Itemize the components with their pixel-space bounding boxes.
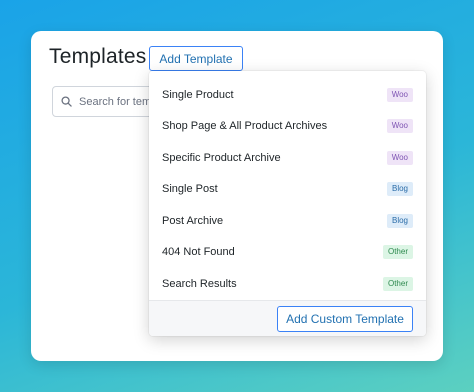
dropdown-footer: Add Custom Template <box>149 300 426 336</box>
menu-item-label: Specific Product Archive <box>162 151 281 164</box>
other-badge: Other <box>382 245 413 260</box>
menu-item-label: Post Archive <box>162 214 224 227</box>
search-input[interactable]: Search for temp <box>52 86 162 117</box>
woo-badge: Woo <box>386 119 413 134</box>
other-badge: Other <box>382 276 413 291</box>
search-icon <box>61 96 72 107</box>
add-template-button[interactable]: Add Template <box>149 46 243 71</box>
menu-item-search-results[interactable]: Search Results Other <box>149 268 426 300</box>
menu-item-post-archive[interactable]: Post Archive Blog <box>149 205 426 237</box>
menu-item-label: 404 Not Found <box>162 246 235 259</box>
search-placeholder: Search for temp <box>79 95 158 108</box>
add-template-dropdown: Single Product Woo Shop Page & All Produ… <box>149 71 426 336</box>
page-title: Templates <box>49 45 147 68</box>
menu-item-shop-page[interactable]: Shop Page & All Product Archives Woo <box>149 111 426 143</box>
blog-badge: Blog <box>386 213 413 228</box>
menu-item-specific-product-archive[interactable]: Specific Product Archive Woo <box>149 142 426 174</box>
menu-item-label: Single Post <box>162 183 218 196</box>
menu-item-single-post[interactable]: Single Post Blog <box>149 174 426 206</box>
menu-item-label: Search Results <box>162 277 237 290</box>
template-type-list: Single Product Woo Shop Page & All Produ… <box>149 79 426 300</box>
woo-badge: Woo <box>386 87 413 102</box>
menu-item-404-not-found[interactable]: 404 Not Found Other <box>149 237 426 269</box>
woo-badge: Woo <box>386 150 413 165</box>
menu-item-label: Single Product <box>162 88 234 101</box>
menu-item-label: Shop Page & All Product Archives <box>162 120 328 133</box>
blog-badge: Blog <box>386 182 413 197</box>
menu-item-single-product[interactable]: Single Product Woo <box>149 79 426 111</box>
add-custom-template-button[interactable]: Add Custom Template <box>277 306 413 332</box>
